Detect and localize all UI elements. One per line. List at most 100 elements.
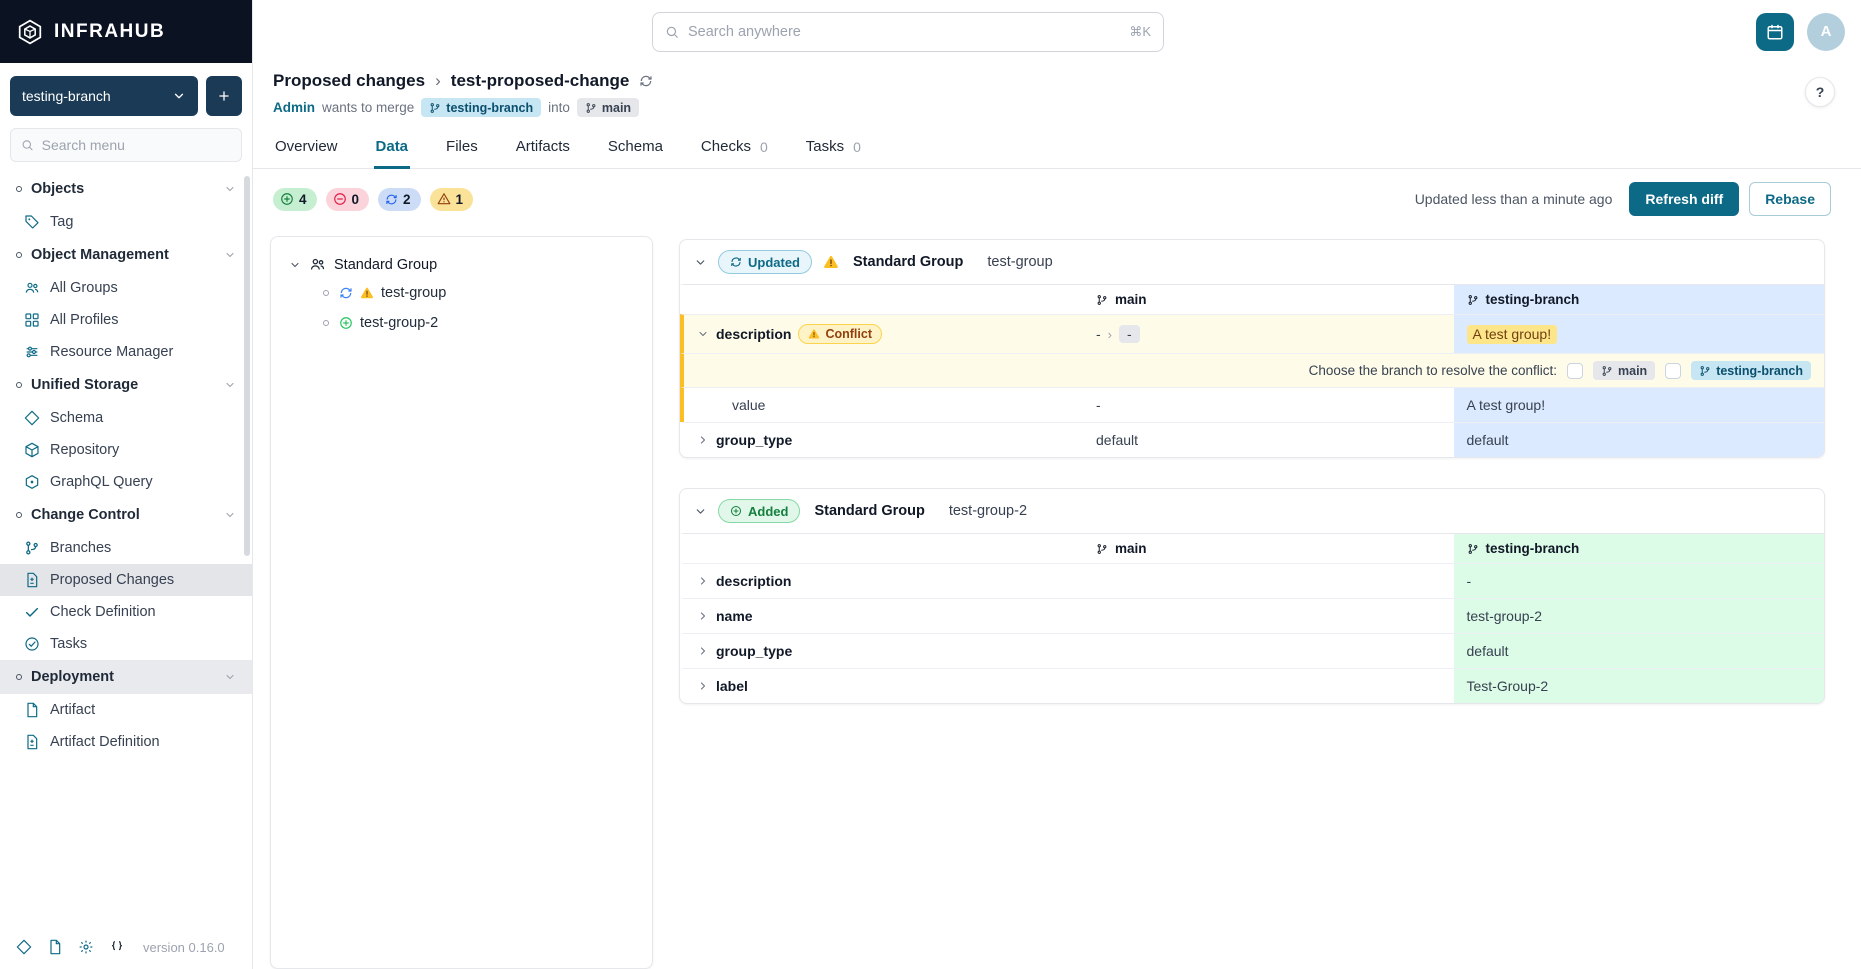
sidebar-item-proposed-changes[interactable]: Proposed Changes xyxy=(0,564,252,596)
sidebar-item-tasks[interactable]: Tasks xyxy=(0,628,252,660)
global-search-input[interactable] xyxy=(688,24,1120,40)
sidebar-section-deployment[interactable]: Deployment xyxy=(0,660,252,694)
warning-icon xyxy=(808,328,820,340)
sidebar-item-repository[interactable]: Repository xyxy=(0,434,252,466)
tree-node-standard-group[interactable]: Standard Group xyxy=(281,251,642,278)
diff-panels: Updated Standard Group test-group main xyxy=(679,236,1825,969)
menu-item-label: Check Definition xyxy=(50,604,156,620)
help-label: ? xyxy=(1816,84,1825,100)
menu-item-label: Proposed Changes xyxy=(50,572,174,588)
diff-panel-header[interactable]: Added Standard Group test-group-2 xyxy=(680,489,1824,533)
main-column-header: main xyxy=(1083,534,1454,563)
section-label: Deployment xyxy=(31,669,114,685)
sidebar-item-graphql-query[interactable]: GraphQL Query xyxy=(0,466,252,498)
diff-row-group-type[interactable]: group_type default default xyxy=(680,422,1824,457)
sidebar-section-object-management[interactable]: Object Management xyxy=(0,238,252,272)
diff-row-description[interactable]: description Conflict - › - A xyxy=(680,314,1824,353)
tab-label: Artifacts xyxy=(516,138,570,155)
chevron-down-icon xyxy=(697,328,709,340)
main-column-header: main xyxy=(1083,285,1454,314)
main-value-cell: - › - xyxy=(1083,315,1454,353)
section-label: Objects xyxy=(31,181,84,197)
sidebar-item-check-definition[interactable]: Check Definition xyxy=(0,596,252,628)
gear-icon[interactable] xyxy=(78,939,94,955)
infrahub-logo-icon xyxy=(17,19,43,45)
sidebar-section-unified-storage[interactable]: Unified Storage xyxy=(0,368,252,402)
sidebar-scrollbar[interactable] xyxy=(244,176,250,556)
conflict-warning-icon xyxy=(360,286,374,300)
diff-panel-header[interactable]: Updated Standard Group test-group xyxy=(680,240,1824,284)
refresh-diff-button[interactable]: Refresh diff xyxy=(1629,182,1739,216)
diff-row-label[interactable]: label Test-Group-2 xyxy=(680,668,1824,703)
branch-selected-label: testing-branch xyxy=(22,88,164,104)
merge-into-text: into xyxy=(548,100,570,115)
sidebar-item-all-profiles[interactable]: All Profiles xyxy=(0,304,252,336)
sidebar-item-schema[interactable]: Schema xyxy=(0,402,252,434)
sidebar-item-artifact[interactable]: Artifact xyxy=(0,694,252,726)
tab-tasks[interactable]: Tasks0 xyxy=(804,127,863,169)
tab-checks[interactable]: Checks0 xyxy=(699,127,770,169)
tasks-calendar-button[interactable] xyxy=(1756,13,1794,51)
arrow-separator: › xyxy=(1108,327,1112,342)
artifact-definition-icon xyxy=(24,734,40,750)
sidebar-item-branches[interactable]: Branches xyxy=(0,532,252,564)
diff-toolbar-actions: Updated less than a minute ago Refresh d… xyxy=(1415,182,1831,216)
breadcrumb-parent[interactable]: Proposed changes xyxy=(273,71,425,91)
tab-files[interactable]: Files xyxy=(444,127,480,169)
tab-artifacts[interactable]: Artifacts xyxy=(514,127,572,169)
field-name: group_type xyxy=(716,643,792,659)
branch-icon xyxy=(429,102,441,114)
sidebar-item-resource-manager[interactable]: Resource Manager xyxy=(0,336,252,368)
diff-row-group-type[interactable]: group_type default xyxy=(680,633,1824,668)
docs-icon[interactable] xyxy=(16,939,32,955)
tree-node-label: test-group-2 xyxy=(360,315,438,331)
main-value-cell xyxy=(1083,564,1454,598)
sliders-icon xyxy=(24,344,40,360)
refresh-icon[interactable] xyxy=(639,74,653,88)
tab-label: Files xyxy=(446,138,478,155)
minus-circle-icon xyxy=(333,192,347,206)
sidebar-item-tag[interactable]: Tag xyxy=(0,206,252,238)
field-name: group_type xyxy=(716,432,792,448)
menu-item-label: GraphQL Query xyxy=(50,474,153,490)
added-count: 4 xyxy=(299,192,307,207)
sidebar-section-objects[interactable]: Objects xyxy=(0,172,252,206)
sidebar-item-all-groups[interactable]: All Groups xyxy=(0,272,252,304)
updated-ago-text: Updated less than a minute ago xyxy=(1415,191,1613,207)
rebase-button[interactable]: Rebase xyxy=(1749,182,1831,216)
chevron-down-icon xyxy=(224,671,236,683)
breadcrumb: Proposed changes › test-proposed-change xyxy=(273,71,1837,91)
diff-row-description[interactable]: description - xyxy=(680,563,1824,598)
sidebar-item-artifact-definition[interactable]: Artifact Definition xyxy=(0,726,252,758)
add-branch-button[interactable] xyxy=(206,76,242,116)
menu-search-input[interactable] xyxy=(42,137,231,153)
avatar[interactable]: A xyxy=(1807,13,1845,51)
diff-row-name[interactable]: name test-group-2 xyxy=(680,598,1824,633)
menu-item-label: All Groups xyxy=(50,280,118,296)
tree-node-test-group-2[interactable]: test-group-2 xyxy=(281,308,642,338)
branch-icon xyxy=(1467,543,1479,555)
section-bullet-icon xyxy=(16,382,22,388)
conflict-count: 1 xyxy=(456,192,464,207)
tree-node-test-group[interactable]: test-group xyxy=(281,278,642,308)
file-icon[interactable] xyxy=(47,939,63,955)
sidebar-section-change-control[interactable]: Change Control xyxy=(0,498,252,532)
resolve-testing-branch-checkbox[interactable] xyxy=(1665,363,1681,379)
menu-item-label: Branches xyxy=(50,540,111,556)
branch-selector[interactable]: testing-branch xyxy=(10,76,198,116)
tab-overview[interactable]: Overview xyxy=(273,127,340,169)
code-icon[interactable] xyxy=(109,939,125,955)
avatar-initial: A xyxy=(1821,23,1832,40)
field-column-header xyxy=(684,534,1083,563)
chevron-down-icon xyxy=(172,89,186,103)
search-shortcut: ⌘K xyxy=(1129,24,1151,40)
source-branch-label: testing-branch xyxy=(446,101,533,115)
tab-schema[interactable]: Schema xyxy=(606,127,665,169)
help-button[interactable]: ? xyxy=(1805,77,1835,107)
menu-search[interactable] xyxy=(10,128,242,162)
chevron-right-icon xyxy=(697,680,709,692)
resolve-main-checkbox[interactable] xyxy=(1567,363,1583,379)
global-search[interactable]: ⌘K xyxy=(652,12,1164,52)
tab-data[interactable]: Data xyxy=(374,127,411,169)
chevron-down-icon xyxy=(694,256,707,269)
